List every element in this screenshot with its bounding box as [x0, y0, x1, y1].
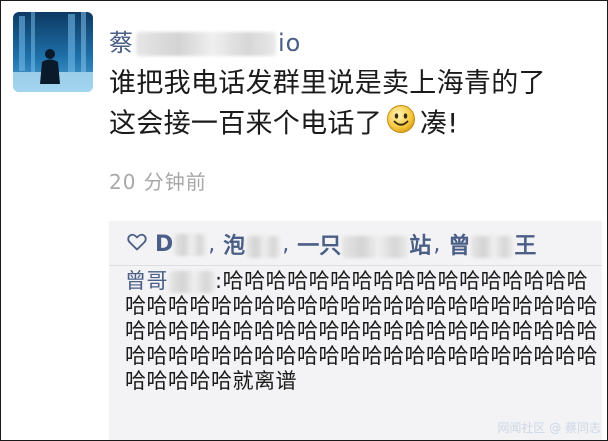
comment-item[interactable]: 曾哥:哈哈哈哈哈哈哈哈哈哈哈哈哈哈哈哈哈哈哈哈哈哈哈哈哈哈哈哈哈哈哈哈哈哈哈哈哈…: [125, 269, 602, 394]
like-user-4-redaction: [471, 236, 514, 258]
comment-colon: :: [215, 269, 223, 293]
post-timestamp: 20 分钟前: [109, 170, 207, 194]
like-separator: ,: [208, 231, 216, 257]
comment-author[interactable]: 曾哥: [125, 269, 215, 293]
author-visible-suffix: io: [278, 29, 302, 57]
moments-post: 蔡 io 谁把我电话发群里说是卖上海青的了 这会接一百来个电话了 凑! 20 分钟前…: [0, 0, 608, 441]
watermark: 网闻社区 @ 蔡同志: [497, 421, 601, 435]
smiley-emoji-icon: [386, 104, 416, 146]
like-user-2-redaction: [246, 236, 281, 258]
like-user-4[interactable]: 曾王: [448, 228, 536, 260]
avatar-image: [13, 12, 93, 92]
post-author-name[interactable]: 蔡 io: [109, 23, 301, 58]
interaction-panel: D, 泡, 一只站, 曾王 曾哥:哈哈哈哈哈哈哈哈哈哈哈哈哈哈哈哈哈哈哈哈哈哈哈…: [109, 221, 602, 440]
like-user-3-redaction: [342, 236, 409, 258]
post-text-line-2-end: 凑!: [420, 108, 459, 140]
comment-author-redaction: [169, 271, 215, 293]
like-separator: ,: [282, 231, 290, 257]
avatar[interactable]: [13, 12, 93, 92]
like-user-3[interactable]: 一只站: [297, 228, 431, 260]
likes-row: D, 泡, 一只站, 曾王: [127, 229, 536, 259]
author-visible-prefix: 蔡: [109, 29, 134, 57]
post-text-line-2-start: 这会接一百来个电话了: [109, 108, 382, 140]
post-body: 谁把我电话发群里说是卖上海青的了 这会接一百来个电话了 凑!: [109, 64, 599, 146]
like-separator: ,: [433, 231, 441, 257]
post-text-line-1: 谁把我电话发群里说是卖上海青的了: [109, 68, 546, 99]
like-user-2[interactable]: 泡: [223, 228, 281, 260]
divider: [109, 265, 602, 266]
heart-outline-icon: [127, 232, 147, 257]
author-name-redaction: [136, 32, 276, 56]
like-user-1[interactable]: D: [155, 232, 207, 257]
post-text-line-2: 这会接一百来个电话了 凑!: [109, 104, 599, 146]
like-user-1-redaction: [174, 233, 207, 256]
